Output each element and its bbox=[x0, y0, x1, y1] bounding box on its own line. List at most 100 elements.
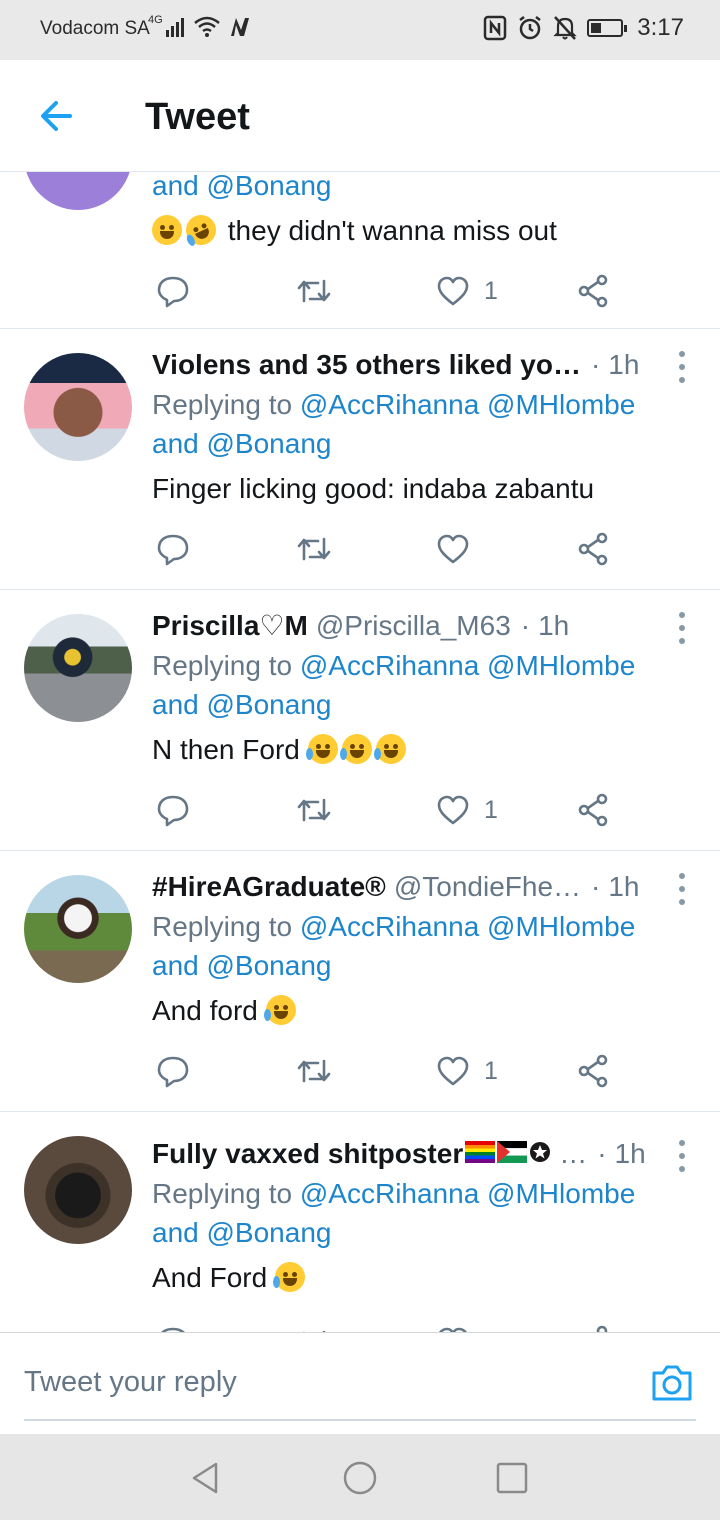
tweet-actions: 1 bbox=[152, 790, 632, 830]
crying-cat-emoji bbox=[373, 734, 406, 764]
camera-icon[interactable] bbox=[650, 1363, 694, 1403]
tweet-text: they didn't wanna miss out bbox=[152, 210, 680, 251]
replying-to: Replying to @AccRihanna @MHlombe and @Bo… bbox=[152, 650, 636, 720]
tweet-time: 1h bbox=[538, 610, 570, 641]
tweet-text: And ford bbox=[152, 991, 680, 1031]
rolling-laughing-emoji bbox=[181, 210, 221, 250]
mention-link[interactable]: @AccRihanna @MHlombe bbox=[300, 911, 635, 942]
page-title: Tweet bbox=[145, 96, 250, 138]
tweet-text: N then Ford bbox=[152, 730, 680, 770]
more-options-icon[interactable] bbox=[676, 1140, 688, 1172]
heart-icon bbox=[437, 534, 469, 564]
tears-of-joy-emoji bbox=[263, 995, 296, 1025]
reply-icon bbox=[157, 276, 189, 308]
share-icon bbox=[578, 793, 608, 827]
nav-home-icon[interactable] bbox=[340, 1458, 380, 1498]
tweet[interactable]: #HireAGraduate® @TondieFhe… · 1h Replyin… bbox=[0, 851, 720, 1112]
retweet-button[interactable] bbox=[296, 271, 332, 311]
mention-link[interactable]: @AccRihanna @MHlombe bbox=[300, 389, 635, 420]
tweet-time: 1h bbox=[614, 1138, 646, 1169]
status-bar: Vodacom SA 4G 3:17 bbox=[0, 0, 720, 60]
mention-link[interactable]: @AccRihanna @MHlombe bbox=[300, 1178, 635, 1209]
reply-button[interactable] bbox=[156, 1322, 190, 1332]
replies-feed[interactable]: and @Bonang they didn't wanna miss out 1 bbox=[0, 172, 720, 1332]
replying-to: Replying to @AccRihanna @MHlombe and @Bo… bbox=[152, 389, 636, 459]
replying-to: Replying to @AccRihanna @MHlombe and @Bo… bbox=[152, 1178, 636, 1248]
tweet-actions bbox=[152, 529, 632, 569]
share-button[interactable] bbox=[576, 1322, 610, 1332]
more-options-icon[interactable] bbox=[676, 612, 688, 644]
tweet[interactable]: Priscilla♡M @Priscilla_M63 · 1h Replying… bbox=[0, 590, 720, 851]
display-name[interactable]: #HireAGraduate® bbox=[152, 867, 386, 907]
replying-to: Replying to @AccRihanna @MHlombe and @Bo… bbox=[152, 911, 636, 981]
nfc-icon bbox=[484, 15, 507, 41]
retweet-icon bbox=[297, 537, 331, 561]
like-button[interactable]: 1 bbox=[436, 271, 498, 311]
mention-link[interactable]: @AccRihanna @MHlombe bbox=[300, 650, 635, 681]
retweet-icon bbox=[297, 1059, 331, 1083]
avatar[interactable] bbox=[24, 875, 132, 983]
share-button[interactable] bbox=[576, 529, 610, 569]
heart-icon bbox=[437, 276, 469, 306]
tweet-time: 1h bbox=[608, 871, 640, 902]
like-button[interactable]: 1 bbox=[436, 1051, 498, 1091]
more-options-icon[interactable] bbox=[676, 873, 688, 905]
tweet-text: And Ford bbox=[152, 1258, 680, 1298]
reply-input[interactable]: Tweet your reply bbox=[24, 1357, 624, 1407]
user-handle[interactable]: @Priscilla_M63 bbox=[316, 606, 511, 646]
avatar[interactable] bbox=[24, 614, 132, 722]
retweet-button[interactable] bbox=[296, 1051, 332, 1091]
reply-icon bbox=[161, 1327, 185, 1332]
display-name[interactable]: Fully vaxxed shitposter bbox=[152, 1134, 463, 1174]
heart-icon bbox=[437, 1056, 469, 1086]
reply-button[interactable] bbox=[156, 271, 190, 311]
reply-and-text: and @Bonang bbox=[152, 172, 332, 201]
like-count: 1 bbox=[484, 276, 498, 305]
avatar[interactable] bbox=[24, 172, 132, 210]
display-name[interactable]: Violens and 35 others liked yo… bbox=[152, 345, 581, 385]
share-button[interactable] bbox=[576, 790, 610, 830]
user-handle[interactable]: @TondieFhe… bbox=[394, 867, 581, 907]
mention-link[interactable]: @Bonang bbox=[207, 950, 332, 981]
reply-button[interactable] bbox=[156, 790, 190, 830]
nav-back-icon[interactable] bbox=[186, 1458, 226, 1498]
like-count: 1 bbox=[484, 795, 498, 824]
mention-link[interactable]: @Bonang bbox=[207, 428, 332, 459]
reply-button[interactable] bbox=[156, 529, 190, 569]
like-button[interactable]: 1 bbox=[436, 1322, 498, 1332]
tweet-partial[interactable]: and @Bonang they didn't wanna miss out 1 bbox=[0, 172, 720, 329]
share-icon bbox=[596, 1325, 608, 1332]
retweet-button[interactable] bbox=[296, 529, 332, 569]
mention-link[interactable]: @Bonang bbox=[207, 689, 332, 720]
reply-composer: Tweet your reply bbox=[0, 1332, 720, 1434]
rainbow-flag-icon bbox=[465, 1141, 496, 1163]
reply-button[interactable] bbox=[156, 1051, 190, 1091]
retweet-button[interactable] bbox=[296, 1322, 332, 1332]
reply-icon bbox=[157, 1056, 189, 1088]
display-name[interactable]: Priscilla♡M bbox=[152, 606, 308, 646]
user-handle[interactable]: … bbox=[559, 1134, 587, 1174]
app-notification-icon bbox=[230, 18, 249, 36]
avatar[interactable] bbox=[24, 353, 132, 461]
share-icon bbox=[578, 1054, 608, 1088]
more-options-icon[interactable] bbox=[676, 351, 688, 383]
avatar[interactable] bbox=[24, 1136, 132, 1244]
loudly-crying-emoji bbox=[272, 1262, 305, 1292]
tweet[interactable]: Violens and 35 others liked yo… · 1h Rep… bbox=[0, 329, 720, 590]
share-button[interactable] bbox=[576, 271, 610, 311]
crying-cat-emoji bbox=[339, 734, 372, 764]
retweet-button[interactable] bbox=[296, 790, 332, 830]
mention-link[interactable]: @Bonang bbox=[207, 1217, 332, 1248]
like-button[interactable] bbox=[436, 529, 484, 569]
nav-recents-icon[interactable] bbox=[492, 1458, 532, 1498]
tweet-actions: 1 bbox=[152, 1322, 632, 1332]
like-button[interactable]: 1 bbox=[436, 790, 498, 830]
signal-icon bbox=[165, 18, 184, 37]
tweet[interactable]: Fully vaxxed shitposter … · 1h Replying … bbox=[0, 1112, 720, 1332]
tweet-text: Finger licking good: indaba zabantu bbox=[152, 473, 595, 504]
crying-cat-emoji bbox=[305, 734, 338, 764]
share-button[interactable] bbox=[576, 1051, 610, 1091]
back-arrow-icon[interactable] bbox=[36, 96, 76, 136]
reply-icon bbox=[157, 534, 189, 566]
network-type-label: 4G bbox=[148, 14, 163, 26]
